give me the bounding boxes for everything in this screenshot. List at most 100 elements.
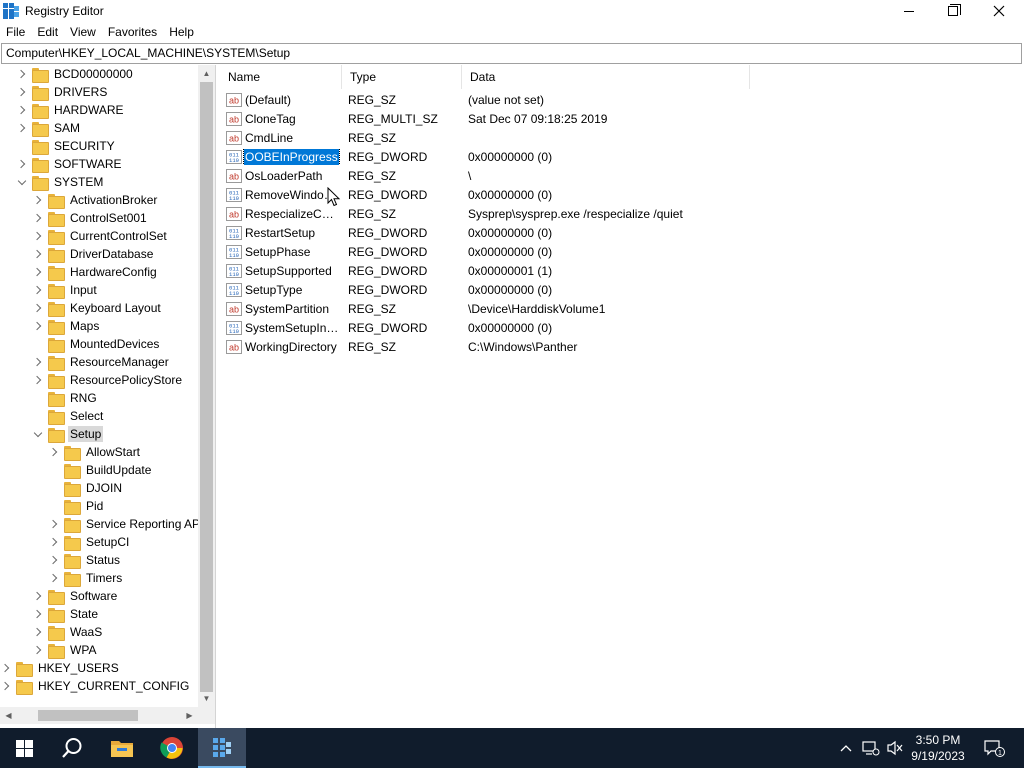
- menu-edit[interactable]: Edit: [31, 22, 64, 42]
- chevron-right-icon[interactable]: [48, 569, 60, 587]
- chevron-right-icon[interactable]: [48, 551, 60, 569]
- tree-node[interactable]: MountedDevices: [32, 335, 161, 353]
- value-row[interactable]: ab (Default) REG_SZ (value not set): [220, 90, 544, 109]
- network-button[interactable]: [860, 728, 882, 768]
- tree-node[interactable]: ResourcePolicyStore: [32, 371, 184, 389]
- tree-node[interactable]: SOFTWARE: [16, 155, 124, 173]
- value-row[interactable]: 011110RemoveWindowsOld REG_DWORD 0x0000000…: [220, 185, 552, 204]
- scroll-left-icon[interactable]: ◀: [0, 707, 17, 724]
- tree-node[interactable]: CurrentControlSet: [32, 227, 169, 245]
- scroll-up-icon[interactable]: ▲: [198, 65, 215, 82]
- value-row[interactable]: ab SystemPartition REG_SZ \Device\HarddiskV…: [220, 299, 605, 318]
- value-row[interactable]: 011 110 OOBEInProgress REG_DWORD 0x00000000 …: [220, 147, 552, 166]
- chevron-down-icon[interactable]: [16, 173, 28, 191]
- tree-node[interactable]: State: [32, 605, 100, 623]
- chevron-right-icon[interactable]: [32, 605, 44, 623]
- chevron-right-icon[interactable]: [32, 317, 44, 335]
- tree-node[interactable]: DriverDatabase: [32, 245, 155, 263]
- tree-horizontal-scrollbar[interactable]: ◀ ▶: [0, 707, 198, 724]
- value-row[interactable]: 011 110 RestartSetup REG_DWORD 0x00000000 (0…: [220, 223, 552, 242]
- tree-node[interactable]: Software: [32, 587, 119, 605]
- show-hidden-icons-button[interactable]: [836, 728, 856, 768]
- chevron-right-icon[interactable]: [32, 281, 44, 299]
- chevron-right-icon[interactable]: [16, 101, 28, 119]
- value-row[interactable]: ab WorkingDirectory REG_SZ C:\Windows\Panth…: [220, 337, 577, 356]
- tree-node[interactable]: SECURITY: [16, 137, 117, 155]
- close-button[interactable]: [976, 0, 1022, 22]
- menu-file[interactable]: File: [0, 22, 31, 42]
- chevron-right-icon[interactable]: [16, 119, 28, 137]
- menu-view[interactable]: View: [64, 22, 102, 42]
- column-header-data[interactable]: Data: [462, 65, 750, 89]
- tree-node[interactable]: DJOIN: [48, 479, 124, 497]
- maximize-button[interactable]: [930, 0, 976, 22]
- chevron-right-icon[interactable]: [32, 641, 44, 659]
- value-row[interactable]: ab OsLoaderPath REG_SZ \: [220, 166, 471, 185]
- tree-node[interactable]: BuildUpdate: [48, 461, 153, 479]
- chevron-right-icon[interactable]: [16, 65, 28, 83]
- tree-node[interactable]: WaaS: [32, 623, 104, 641]
- chevron-right-icon[interactable]: [32, 299, 44, 317]
- tree-node[interactable]: ControlSet001: [32, 209, 149, 227]
- tree-node[interactable]: BCD00000000: [16, 65, 135, 83]
- tree-node[interactable]: ResourceManager: [32, 353, 171, 371]
- scroll-right-icon[interactable]: ▶: [181, 707, 198, 724]
- chevron-right-icon[interactable]: [32, 353, 44, 371]
- minimize-button[interactable]: [886, 0, 932, 22]
- scroll-down-icon[interactable]: ▼: [198, 690, 215, 707]
- tree-node[interactable]: SetupCI: [48, 533, 131, 551]
- chrome-button[interactable]: [148, 728, 196, 768]
- menu-help[interactable]: Help: [163, 22, 200, 42]
- tree-node[interactable]: WPA: [32, 641, 98, 659]
- tree-node[interactable]: Select: [32, 407, 105, 425]
- scroll-thumb[interactable]: [200, 82, 213, 692]
- start-button[interactable]: [0, 728, 48, 768]
- chevron-right-icon[interactable]: [16, 155, 28, 173]
- value-row[interactable]: 011110SystemSetupInProgress REG_DWORD 0x00…: [220, 318, 552, 337]
- chevron-right-icon[interactable]: [32, 371, 44, 389]
- tree-node[interactable]: Service Reporting API: [48, 515, 198, 533]
- chevron-right-icon[interactable]: [32, 191, 44, 209]
- action-center-button[interactable]: 1: [980, 728, 1008, 768]
- tree-node[interactable]: SYSTEM: [16, 173, 105, 191]
- tree-node[interactable]: Pid: [48, 497, 105, 515]
- regedit-taskbar-button[interactable]: [198, 728, 246, 768]
- address-bar[interactable]: Computer\HKEY_LOCAL_MACHINE\SYSTEM\Setup: [1, 43, 1022, 64]
- tree-node[interactable]: HARDWARE: [16, 101, 126, 119]
- tree-node[interactable]: Timers: [48, 569, 124, 587]
- tree-node[interactable]: Input: [32, 281, 99, 299]
- tree-node[interactable]: AllowStart: [48, 443, 142, 461]
- chevron-right-icon[interactable]: [32, 263, 44, 281]
- chevron-right-icon[interactable]: [32, 209, 44, 227]
- tree-node[interactable]: RNG: [32, 389, 99, 407]
- value-row[interactable]: 011 110 SetupSupported REG_DWORD 0x00000001 …: [220, 261, 552, 280]
- chevron-right-icon[interactable]: [32, 245, 44, 263]
- chevron-right-icon[interactable]: [0, 677, 12, 695]
- tree-node[interactable]: DRIVERS: [16, 83, 109, 101]
- chevron-right-icon[interactable]: [0, 659, 12, 677]
- column-header-type[interactable]: Type: [342, 65, 462, 89]
- value-row[interactable]: 011 110 SetupType REG_DWORD 0x00000000 (0): [220, 280, 552, 299]
- taskbar-clock[interactable]: 3:50 PM 9/19/2023: [898, 732, 978, 764]
- tree-node[interactable]: Setup: [32, 425, 104, 443]
- tree-node[interactable]: ActivationBroker: [32, 191, 159, 209]
- chevron-right-icon[interactable]: [32, 227, 44, 245]
- tree-node[interactable]: HardwareConfig: [32, 263, 159, 281]
- tree-node[interactable]: Keyboard Layout: [32, 299, 163, 317]
- tree-node[interactable]: HKEY_CURRENT_CONFIG: [0, 677, 191, 695]
- chevron-right-icon[interactable]: [48, 515, 60, 533]
- tree-node[interactable]: Maps: [32, 317, 101, 335]
- tree-node[interactable]: SAM: [16, 119, 82, 137]
- value-row[interactable]: 011 110 SetupPhase REG_DWORD 0x00000000 (0): [220, 242, 552, 261]
- scroll-thumb[interactable]: [38, 710, 138, 721]
- column-header-name[interactable]: Name: [220, 65, 342, 89]
- value-row[interactable]: ab CloneTag REG_MULTI_SZ Sat Dec 07 09:18:2…: [220, 109, 607, 128]
- tree-node[interactable]: HKEY_USERS: [0, 659, 121, 677]
- search-button[interactable]: [48, 728, 96, 768]
- tree-node[interactable]: Status: [48, 551, 122, 569]
- value-row[interactable]: ab RespecializeCmdLine REG_SZ Sysprep\syspr…: [220, 204, 683, 223]
- chevron-right-icon[interactable]: [48, 533, 60, 551]
- chevron-down-icon[interactable]: [32, 425, 44, 443]
- menu-favorites[interactable]: Favorites: [102, 22, 163, 42]
- tree-vertical-scrollbar[interactable]: ▲ ▼: [198, 65, 215, 707]
